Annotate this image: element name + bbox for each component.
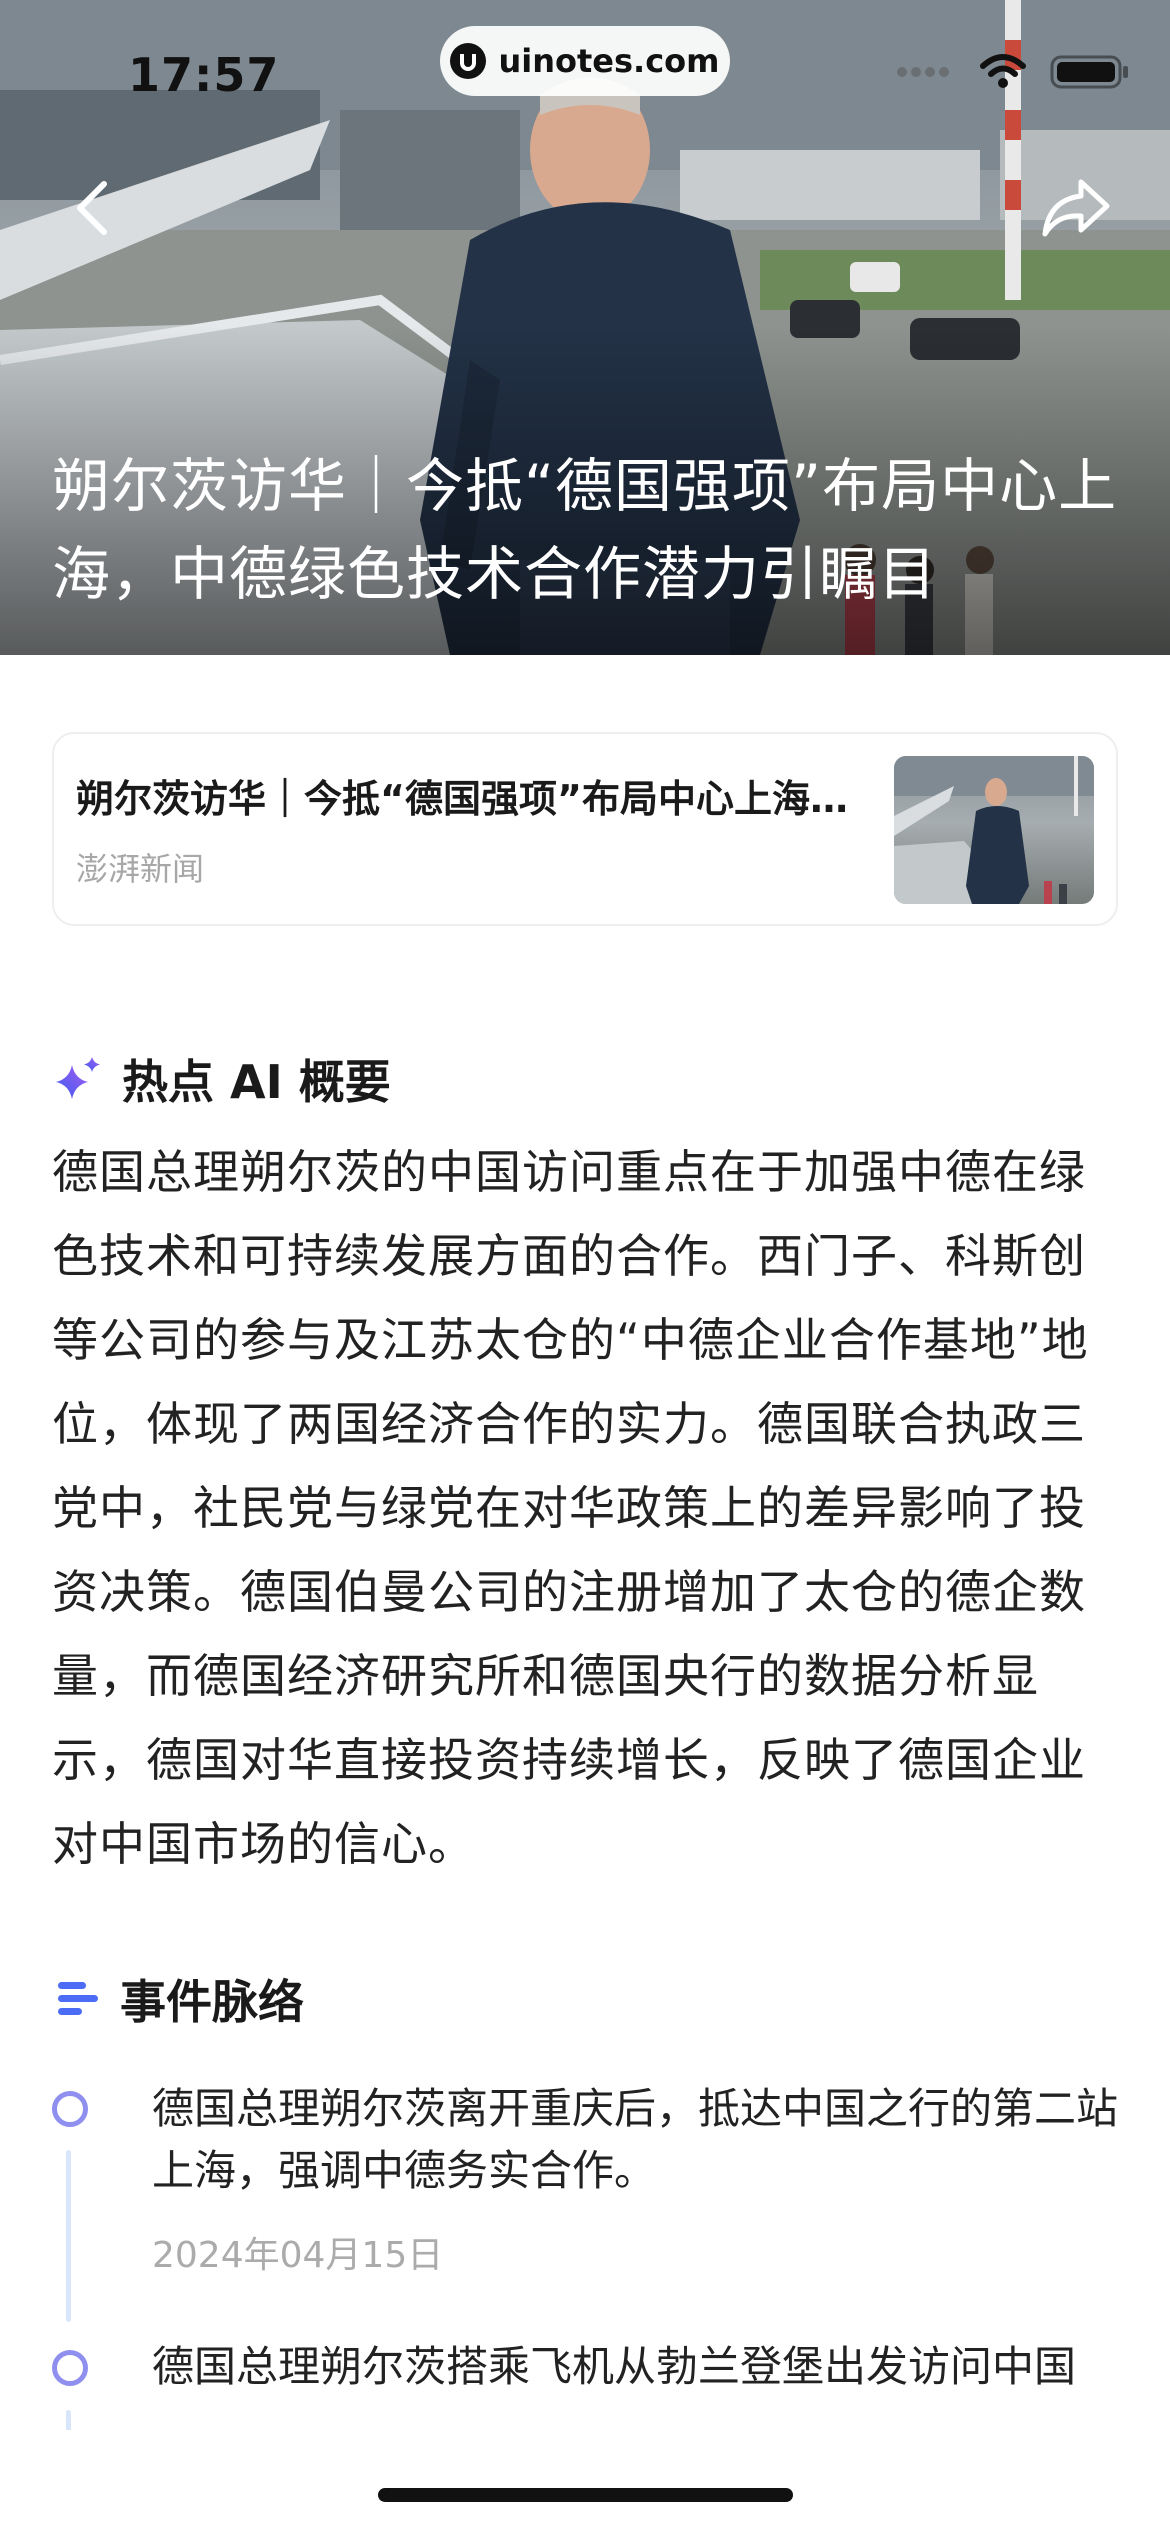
ai-summary-header: 热点 AI 概要 [52,1046,391,1112]
card-title: 朔尔茨访华｜今抵“德国强项”布局中心上海，中德绿色技术合作潜力引瞩目 [76,777,876,821]
timeline-dot [52,2350,88,2386]
timeline-heading: 事件脉络 [120,1975,304,2029]
status-icons [896,54,1130,90]
status-time: 17:57 [128,48,280,102]
share-button[interactable] [1036,168,1116,248]
timeline-event-date: 2024年04月15日 [152,2235,444,2276]
timeline-event-text[interactable]: 德国总理朔尔茨离开重庆后，抵达中国之行的第二站上海，强调中德务实合作。 [152,2078,1127,2202]
signal-icon [897,67,949,77]
battery-icon [1050,55,1128,89]
timeline-header: 事件脉络 [56,1966,304,2032]
sparkle-icon [56,1057,100,1099]
url-pill[interactable]: uinotes.com [440,26,730,96]
home-indicator[interactable] [378,2488,793,2502]
timeline-event-text[interactable]: 德国总理朔尔茨搭乘飞机从勃兰登堡出发访问中国 [152,2336,1127,2428]
card-source: 澎湃新闻 [76,850,205,888]
bottom-safe-area [0,2430,1170,2532]
timeline-dot [52,2091,88,2127]
share-icon [1042,179,1110,237]
source-article-card[interactable]: 朔尔茨访华｜今抵“德国强项”布局中心上海，中德绿色技术合作潜力引瞩目 澎湃新闻 [52,732,1118,926]
back-button[interactable] [52,168,132,248]
card-thumbnail [894,756,1094,904]
wifi-icon [980,54,1026,88]
ai-summary-heading: 热点 AI 概要 [122,1055,391,1109]
chevron-left-icon [77,181,107,235]
ai-summary-body: 德国总理朔尔茨的中国访问重点在于加强中德在绿色技术和可持续发展方面的合作。西门子… [52,1145,1089,1871]
url-text: uinotes.com [498,42,720,80]
timeline-connector [66,2150,71,2322]
site-logo-icon [450,43,487,79]
hero-title: 朔尔茨访华｜今抵“德国强项”布局中心上海，中德绿色技术合作潜力引瞩目 [52,452,1118,608]
list-icon [58,1982,98,2015]
